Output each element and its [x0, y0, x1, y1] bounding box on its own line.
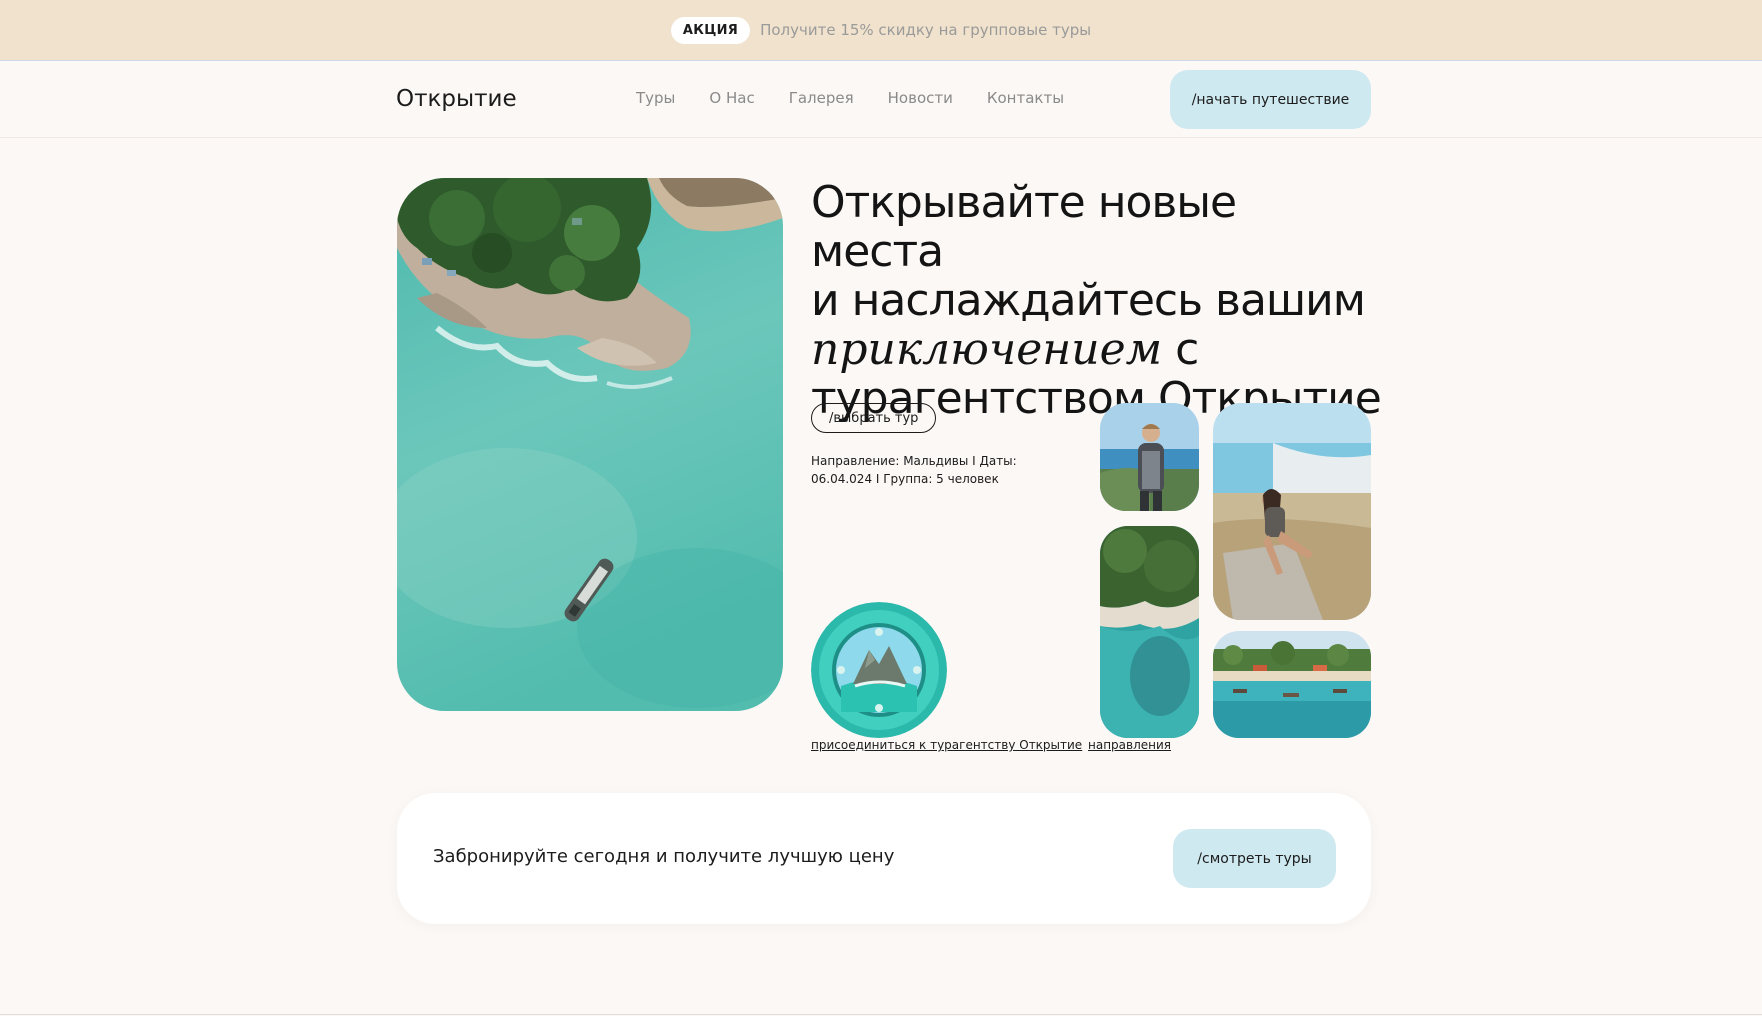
booking-text: Забронируйте сегодня и получите лучшую ц… — [433, 846, 895, 867]
promo-text: Получите 15% скидку на групповые туры — [760, 21, 1092, 39]
gallery-photo-man — [1100, 403, 1199, 511]
porthole-island-badge[interactable] — [811, 602, 947, 738]
nav-item-tours[interactable]: Туры — [636, 89, 675, 107]
logo[interactable]: Открытие — [396, 86, 517, 112]
destinations-link[interactable]: направления — [1088, 738, 1171, 752]
hero-headline: Открывайте новые места и наслаждайтесь в… — [811, 177, 1382, 423]
join-agency-link[interactable]: присоединиться к турагентству Открытие — [811, 738, 1082, 752]
nav-item-contacts[interactable]: Контакты — [987, 89, 1064, 107]
tour-info: Направление: Мальдивы I Даты: 06.04.024 … — [811, 454, 1017, 486]
header: Открытие Туры О Нас Галерея Новости Конт… — [0, 61, 1762, 138]
booking-card: Забронируйте сегодня и получите лучшую ц… — [397, 793, 1371, 924]
hero-aerial-photo — [397, 178, 783, 711]
headline-line-2: и наслаждайтесь вашим — [811, 275, 1366, 326]
nav-item-about[interactable]: О Нас — [709, 89, 754, 107]
select-tour-button[interactable]: /выбрать тур — [811, 403, 937, 433]
bottom-divider — [0, 1014, 1762, 1015]
nav-item-news[interactable]: Новости — [888, 89, 953, 107]
promo-badge: АКЦИЯ — [670, 16, 751, 44]
start-journey-button[interactable]: /начать путешествие — [1170, 70, 1371, 129]
headline-line-1: Открывайте новые места — [811, 177, 1237, 277]
promo-bar: АКЦИЯ Получите 15% скидку на групповые т… — [0, 0, 1762, 61]
gallery-photo-forest-coast — [1100, 526, 1199, 738]
headline-italic: приключением — [811, 324, 1163, 375]
headline-line-3: приключением с — [811, 325, 1381, 374]
headline-after-italic: с — [1162, 324, 1199, 375]
gallery-photo-woman — [1213, 403, 1371, 620]
view-tours-button[interactable]: /смотреть туры — [1173, 829, 1336, 888]
nav-item-gallery[interactable]: Галерея — [789, 89, 854, 107]
main-nav: Туры О Нас Галерея Новости Контакты — [636, 89, 1064, 107]
gallery-photo-beach — [1213, 631, 1371, 738]
